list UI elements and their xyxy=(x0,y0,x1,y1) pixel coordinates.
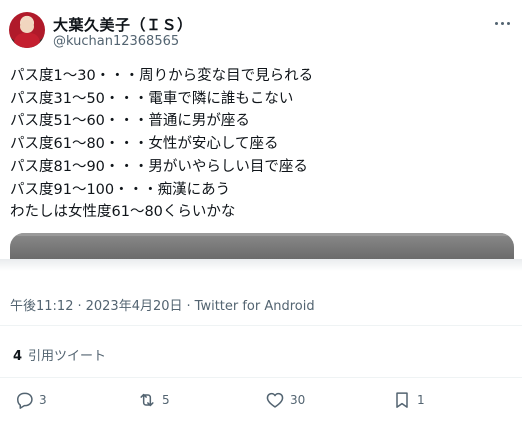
reply-button[interactable]: 3 xyxy=(14,390,47,410)
meta-separator: · xyxy=(77,299,82,314)
more-dot xyxy=(500,21,504,25)
tweet-line: パス度81～90・・・男がいやらしい目で座る xyxy=(10,158,308,175)
heart-icon xyxy=(266,392,284,408)
like-button[interactable]: 30 xyxy=(265,390,305,410)
tweet-text: パス度1～30・・・周りから変な目で見られる パス度31～50・・・電車で隣に誰… xyxy=(10,65,515,224)
tweet-line: パス度91～100・・・痴漢にあう xyxy=(10,181,231,198)
like-count: 30 xyxy=(290,393,306,407)
divider xyxy=(0,377,522,378)
quote-tweets-link[interactable]: 4 引用ツイート xyxy=(13,345,106,364)
meta-separator: · xyxy=(186,299,191,314)
bookmark-button[interactable]: 1 xyxy=(392,390,425,410)
tweet-time: 午後11:12 xyxy=(10,299,74,314)
tweet-header: 大葉久美子（ＩＳ） @kuchan12368565 xyxy=(0,0,522,62)
bookmark-count: 1 xyxy=(417,393,425,407)
author-handle[interactable]: @kuchan12368565 xyxy=(53,34,179,49)
reply-icon xyxy=(17,392,33,409)
quote-label: 引用ツイート xyxy=(28,349,107,364)
reply-count: 3 xyxy=(39,393,47,407)
avatar-figure-face xyxy=(20,20,34,33)
more-dot xyxy=(506,21,510,25)
tweet-line: パス度61～80・・・女性が安心して座る xyxy=(10,136,279,153)
tweet-actions-bar: 3 5 30 1 xyxy=(0,388,522,416)
tweet-line: パス度31～50・・・電車で隣に誰もこない xyxy=(10,90,294,107)
more-options-icon[interactable] xyxy=(492,16,512,30)
avatar[interactable] xyxy=(9,12,45,48)
quote-count: 4 xyxy=(13,349,23,364)
divider xyxy=(0,325,522,326)
more-dot xyxy=(494,21,498,25)
author-display-name[interactable]: 大葉久美子（ＩＳ） xyxy=(53,14,193,35)
retweet-button[interactable]: 5 xyxy=(137,390,170,410)
tweet-date: 2023年4月20日 xyxy=(85,299,183,314)
tweet-metadata: 午後11:12 · 2023年4月20日 · Twitter for Android xyxy=(10,295,315,314)
tweet-media-image[interactable] xyxy=(10,233,514,259)
tweet-line: パス度1～30・・・周りから変な目で見られる xyxy=(10,68,314,84)
retweet-count: 5 xyxy=(162,393,170,407)
bookmark-icon xyxy=(396,392,408,408)
tweet-line: わたしは女性度61～80くらいかな xyxy=(10,204,236,221)
media-fade-divider xyxy=(0,259,522,271)
tweet-time-link[interactable]: 午後11:12 · 2023年4月20日 xyxy=(10,299,183,314)
tweet-source-link[interactable]: Twitter for Android xyxy=(195,299,315,314)
retweet-icon xyxy=(140,393,154,407)
avatar-figure-body xyxy=(14,33,40,48)
tweet-line: パス度51～60・・・普通に男が座る xyxy=(10,113,250,130)
